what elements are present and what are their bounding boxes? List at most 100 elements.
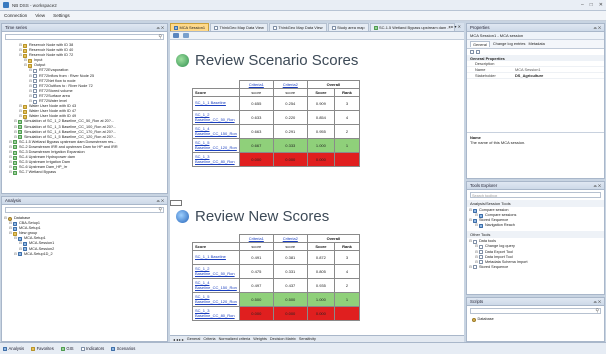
search-icon[interactable]: ⚲ (158, 34, 162, 40)
expand-toggle-icon[interactable]: ⊟ (475, 213, 478, 218)
maximize-button[interactable]: □ (590, 2, 593, 8)
scenario-link[interactable]: SC_1_1 Baseline (192, 250, 240, 265)
expand-toggle-icon[interactable]: ⊟ (9, 170, 12, 175)
scripts-search-input[interactable]: ⚲ (470, 308, 601, 314)
tab-metadata[interactable]: Metadata (529, 41, 545, 47)
expand-toggle-icon[interactable]: ⊟ (14, 135, 17, 140)
scenario-link[interactable]: SC_1_2 Baseline_CC_50_Ron (192, 264, 240, 279)
expand-toggle-icon[interactable]: ⊟ (19, 247, 22, 252)
search-icon[interactable]: ⚲ (595, 308, 599, 314)
minimize-button[interactable]: – (581, 2, 584, 8)
c2-cell: 0.381 (272, 250, 308, 265)
score-cell: 0.935 (306, 278, 336, 293)
criteria2-header[interactable]: Criteria2 (272, 234, 308, 243)
menu-settings[interactable]: Settings (53, 13, 70, 18)
tab-wetland-bypass[interactable]: SC-1.5 Wetland Bypass upstream dam ... (369, 23, 455, 31)
expand-toggle-icon[interactable]: ⊟ (24, 63, 27, 68)
expand-toggle-icon[interactable]: ⊟ (469, 208, 472, 213)
analysis-search-input[interactable]: ⚲ (5, 207, 164, 213)
tab-map-view-2[interactable]: ThinkGeo Map Data View (268, 23, 327, 31)
sheet-tab-weights[interactable]: Weights (253, 337, 267, 341)
time-series-search-input[interactable]: ⚲ (5, 34, 164, 40)
save-icon[interactable] (173, 33, 179, 38)
scenario-link[interactable]: SC_1_5 Baseline_CC_120_Ron (192, 138, 240, 153)
expand-toggle-icon[interactable]: ⊟ (475, 223, 478, 228)
tree-item[interactable]: Database (469, 317, 602, 322)
tree-item-label: Database (477, 317, 494, 321)
scenario-link[interactable]: SC_1_3 Baseline_CC_80_Ron (192, 306, 240, 321)
sheet-tab-criteria[interactable]: Criteria (203, 337, 215, 341)
db-icon (8, 216, 13, 221)
scenario-link[interactable]: SC_1_1 Baseline (192, 96, 240, 111)
tab-scenarios[interactable]: Scenarios (111, 346, 135, 351)
tab-change-log[interactable]: Change log entries (493, 41, 526, 47)
doc-icon (479, 250, 484, 255)
scenario-link[interactable]: SC_1_2 Baseline_CC_50_Ron (192, 110, 240, 125)
expand-toggle-icon[interactable]: ⊟ (475, 260, 478, 265)
tree-item[interactable]: ⊟ Stored Sequence (469, 265, 602, 270)
search-icon[interactable]: ⚲ (158, 207, 162, 213)
refresh-icon[interactable] (183, 33, 189, 38)
rank-cell: 2 (334, 124, 360, 139)
c2-cell: 0.291 (272, 124, 308, 139)
tab-general[interactable]: General (470, 41, 490, 47)
tab-mca-session1[interactable]: MCA Session1 (170, 23, 210, 31)
mca-icon (18, 236, 23, 241)
node-icon (13, 155, 18, 160)
table-row: SC_1_4 Baseline_CC_150_Ron 0.497 0.437 0.93… (192, 278, 360, 293)
expand-toggle-icon[interactable]: ⊟ (14, 252, 17, 257)
sheet-tab-decision-matrix[interactable]: Decision Matrix (270, 337, 296, 341)
expand-toggle-icon[interactable]: ⊟ (14, 236, 17, 241)
criteria2-header[interactable]: Criteria2 (272, 80, 308, 89)
sort-icon[interactable] (470, 50, 474, 54)
criteria1-header[interactable]: Criteria1 (238, 234, 274, 243)
pin-close-icon[interactable]: ⌓ ✕ (594, 299, 601, 304)
sheet-tab-normalized[interactable]: Normalized criteria (219, 337, 251, 341)
list-icon[interactable] (476, 50, 480, 54)
tree-item[interactable]: ⊟ Navigation Reach (469, 223, 602, 228)
tree-item[interactable]: ⊟ MCA-Setup1D_2 (4, 252, 165, 257)
scenario-link[interactable]: SC_1_5 Baseline_CC_120_Ron (192, 292, 240, 307)
expand-toggle-icon[interactable]: ⊟ (19, 53, 22, 58)
tab-indicators[interactable]: Indicators (80, 346, 104, 351)
tab-analysis[interactable]: Analysis (3, 346, 24, 351)
property-key: Stakeholder (475, 73, 496, 78)
property-row[interactable]: Stakeholder DS_Agriculture (467, 73, 604, 79)
tab-study-area-map[interactable]: Study area map (327, 23, 369, 31)
expand-toggle-icon[interactable]: ⊟ (19, 114, 22, 119)
sheet-nav[interactable]: ◂ ◂ ▸ ▸ (173, 337, 184, 342)
tree-item-label: MCA-Setup1D_2 (23, 251, 53, 256)
table-row: SC_1_1 Baseline 0.655 0.254 0.909 3 (192, 96, 360, 111)
expand-toggle-icon[interactable]: ⊟ (469, 239, 472, 244)
tab-gis[interactable]: GIS (60, 346, 74, 351)
pin-close-icon[interactable]: ⌓ ✕ (157, 198, 164, 203)
score-cell: 0.872 (306, 250, 336, 265)
properties-subject: MCA Session1 - MCA session (467, 32, 604, 40)
pin-close-icon[interactable]: ⌓ ✕ (157, 25, 164, 30)
expand-toggle-icon[interactable]: ⊟ (4, 216, 7, 221)
pin-close-icon[interactable]: ⌓ ✕ (594, 25, 601, 30)
tab-favorites[interactable]: Favorites (31, 346, 54, 351)
pin-close-icon[interactable]: ⌓ ✕ (594, 183, 601, 188)
overall-header: Overall (306, 80, 361, 89)
scenario-link[interactable]: SC_1_4 Baseline_CC_150_Ron (192, 124, 240, 139)
database-icon (472, 317, 476, 322)
expand-toggle-icon[interactable]: ⊟ (9, 231, 12, 236)
tab-map-view-1[interactable]: ThinkGeo Map Data View (210, 23, 268, 31)
sheet-tab-general[interactable]: General (187, 337, 201, 341)
close-button[interactable]: ✕ (599, 2, 603, 8)
menu-connection[interactable]: Connection (4, 13, 27, 18)
collapse-box[interactable] (170, 200, 182, 206)
criteria1-header[interactable]: Criteria1 (238, 80, 274, 89)
sheet-tab-sensitivity[interactable]: Sensitivity (299, 337, 316, 341)
scenario-link[interactable]: SC_1_4 Baseline_CC_150_Ron (192, 278, 240, 293)
folder-icon (23, 48, 28, 53)
menu-view[interactable]: View (35, 13, 45, 18)
expand-toggle-icon[interactable]: ⊟ (469, 218, 472, 223)
toolbox-search-input[interactable]: Search toolbox (470, 192, 601, 198)
panel-title: Tools Explorer (470, 183, 498, 188)
expand-toggle-icon[interactable]: ⊟ (469, 265, 472, 270)
tab-navigation[interactable]: ◂ ▸ ▾ ✕ (448, 24, 461, 29)
tree-item[interactable]: ⊟ SC-7 Wetland Bypass (4, 170, 165, 175)
scenario-link[interactable]: SC_1_3 Baseline_CC_80_Ron (192, 152, 240, 167)
